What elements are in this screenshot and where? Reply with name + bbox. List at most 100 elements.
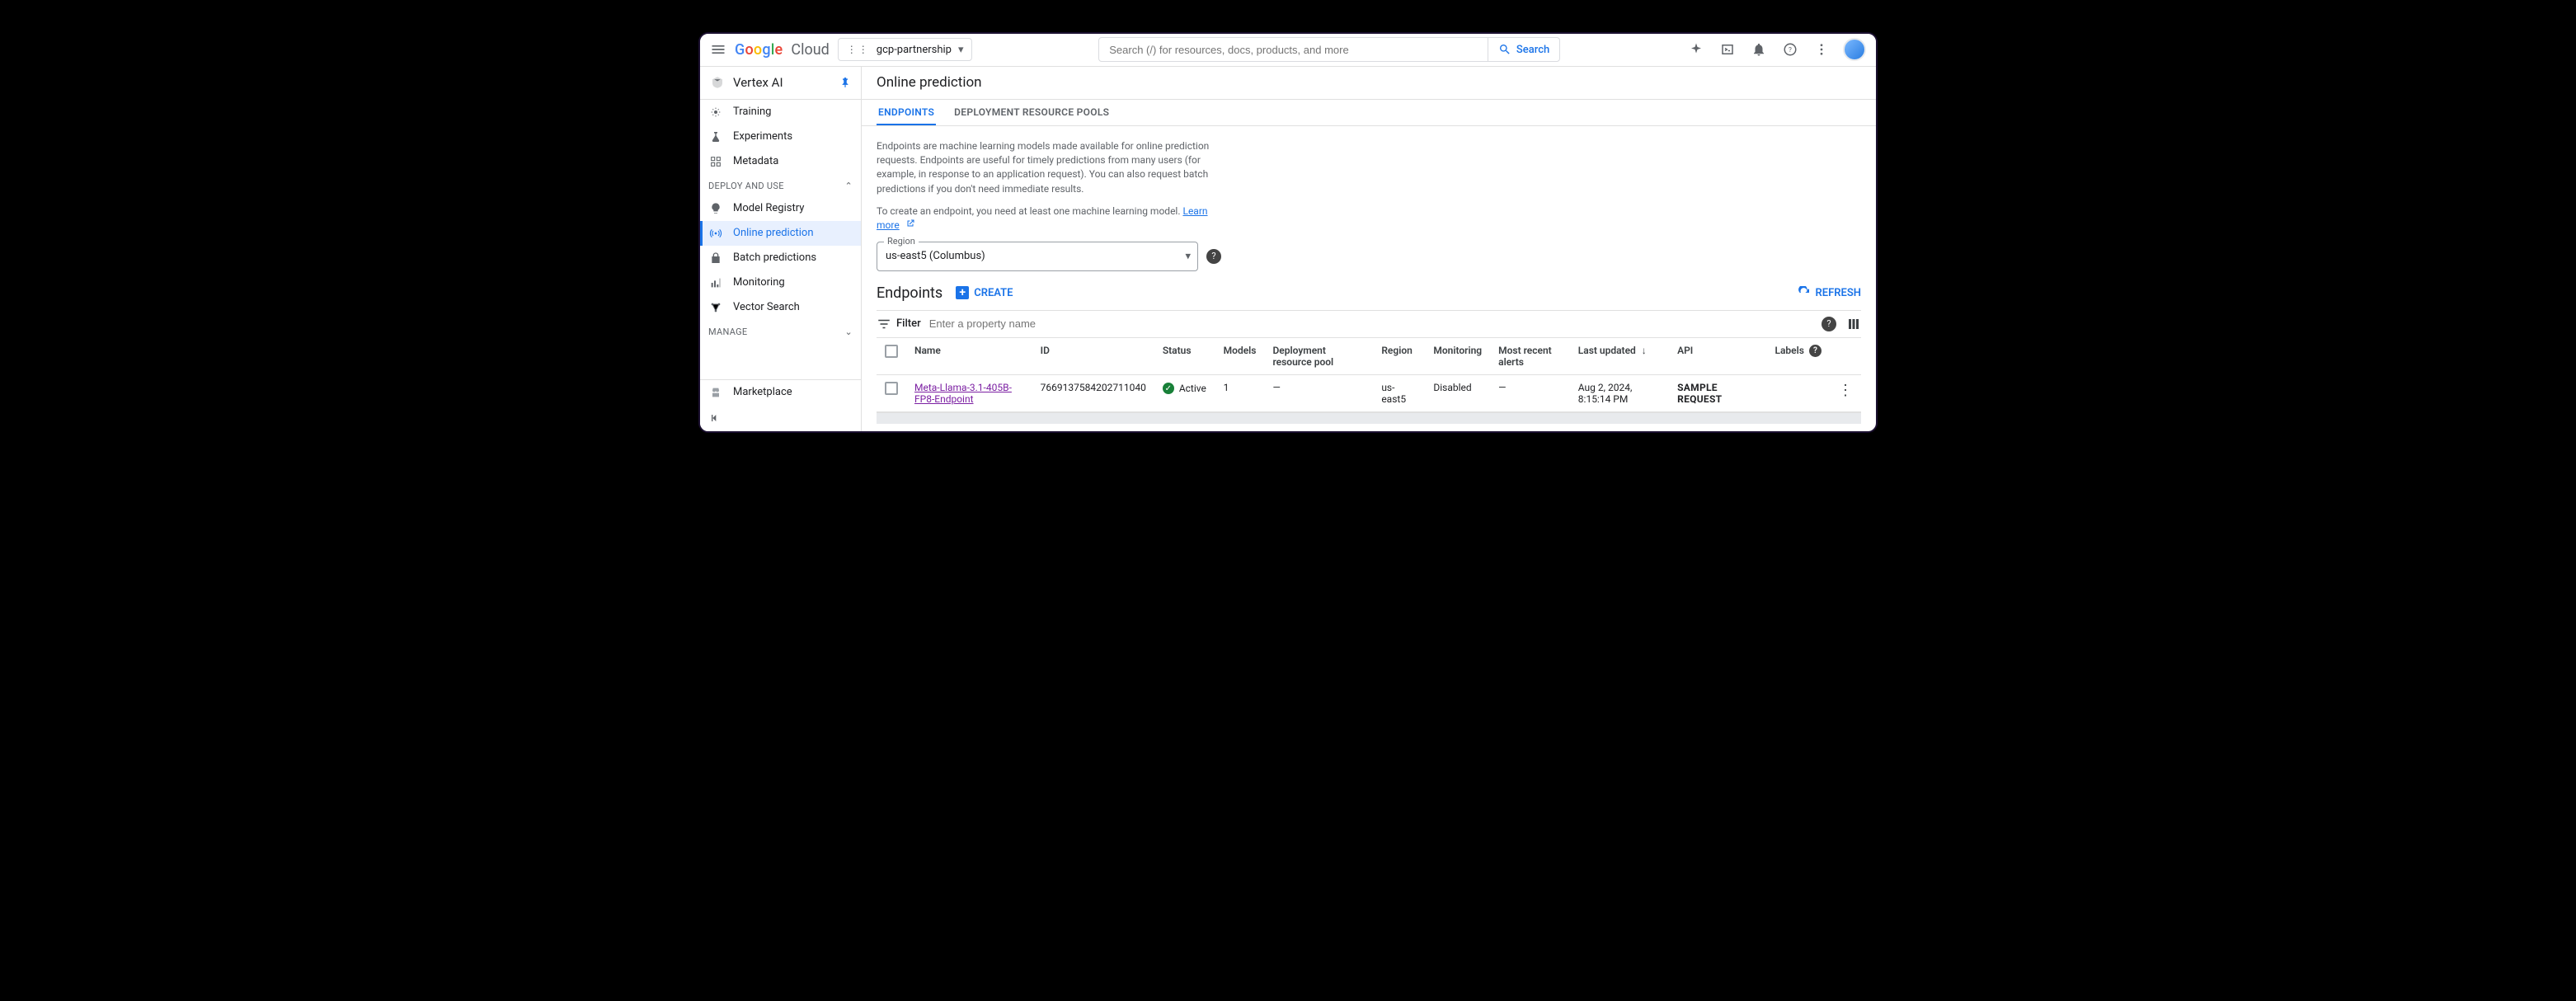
sort-desc-icon: ↓ [1642, 345, 1647, 356]
row-more-icon[interactable]: ⋮ [1838, 382, 1853, 399]
bulb-icon [708, 202, 723, 215]
refresh-button[interactable]: REFRESH [1798, 286, 1861, 299]
sidebar-deploy-header[interactable]: DEPLOY AND USE ⌃ [700, 174, 861, 196]
create-button[interactable]: + CREATE [956, 286, 1013, 299]
project-icon: ⋮⋮ [847, 44, 870, 55]
sidebar-item-marketplace[interactable]: Marketplace [700, 380, 861, 405]
endpoint-link[interactable]: Meta-Llama-3.1-405B-FP8-Endpoint [914, 382, 1024, 405]
region-label: Region [884, 236, 919, 247]
project-name: gcp-partnership [877, 44, 952, 56]
intro-p1: Endpoints are machine learning models ma… [877, 139, 1231, 197]
search-button[interactable]: Search [1488, 38, 1559, 61]
col-monitoring[interactable]: Monitoring [1425, 338, 1490, 375]
svg-text:?: ? [1789, 46, 1792, 54]
project-selector[interactable]: ⋮⋮ gcp-partnership ▾ [838, 38, 973, 61]
refresh-label: REFRESH [1816, 287, 1861, 299]
sidebar-item-training[interactable]: Training [700, 100, 861, 125]
section-title: DEPLOY AND USE [708, 181, 784, 191]
sidebar-item-label: Experiments [733, 130, 792, 143]
search-icon [1498, 43, 1511, 56]
sidebar-item-label: Monitoring [733, 276, 785, 289]
google-cloud-logo[interactable]: Google Cloud [735, 41, 830, 59]
cell-region: us-east5 [1373, 374, 1425, 411]
sidebar-item-experiments[interactable]: Experiments [700, 125, 861, 149]
collapse-sidebar-button[interactable] [700, 405, 861, 431]
col-api[interactable]: API [1669, 338, 1766, 375]
tab-deployment-resource-pools[interactable]: DEPLOYMENT RESOURCE POOLS [952, 100, 1111, 125]
row-checkbox[interactable] [885, 382, 898, 395]
col-alerts[interactable]: Most recent alerts [1490, 338, 1570, 375]
sidebar-item-label: Metadata [733, 155, 778, 167]
labels-help-icon[interactable]: ? [1809, 345, 1822, 357]
sample-request-button[interactable]: SAMPLE REQUEST [1677, 382, 1722, 405]
search-container: Search [980, 37, 1678, 62]
cell-labels [1767, 374, 1830, 411]
horizontal-scrollbar[interactable] [877, 412, 1861, 424]
sidebar-item-label: Marketplace [733, 386, 792, 398]
search-bar: Search [1098, 37, 1560, 62]
sidebar-item-batch-predictions[interactable]: Batch predictions [700, 246, 861, 270]
intro-p2: To create an endpoint, you need at least… [877, 204, 1231, 233]
cell-last-updated: Aug 2, 2024, 8:15:14 PM [1570, 374, 1669, 411]
select-all-checkbox[interactable] [885, 345, 898, 358]
col-id[interactable]: ID [1032, 338, 1154, 375]
region-select[interactable]: Region us-east5 (Columbus) ▾ [877, 242, 1198, 271]
dropdown-icon: ▾ [1185, 250, 1191, 262]
col-name[interactable]: Name [906, 338, 1032, 375]
filter-help-icon[interactable]: ? [1822, 317, 1836, 331]
cloudshell-icon[interactable] [1718, 40, 1737, 59]
filter-row: Filter ? [877, 310, 1861, 338]
top-bar: Google Cloud ⋮⋮ gcp-partnership ▾ Search [700, 34, 1876, 67]
sidebar-item-label: Training [733, 106, 771, 118]
table-header-row: Name ID Status Models Deployment resourc… [877, 338, 1861, 375]
sidebar-item-monitoring[interactable]: Monitoring [700, 270, 861, 295]
col-pool[interactable]: Deployment resource pool [1264, 338, 1373, 375]
col-status[interactable]: Status [1154, 338, 1215, 375]
cell-pool: — [1264, 374, 1373, 411]
page-content: Endpoints are machine learning models ma… [862, 126, 1876, 430]
cell-monitoring: Disabled [1425, 374, 1490, 411]
sidebar-item-vector-search[interactable]: Vector Search [700, 295, 861, 320]
plus-icon: + [956, 286, 969, 299]
more-icon[interactable] [1812, 40, 1831, 59]
region-value: us-east5 (Columbus) [886, 250, 985, 262]
chevron-up-icon: ⌃ [844, 181, 853, 191]
menu-icon[interactable] [710, 41, 726, 58]
notifications-icon[interactable] [1749, 40, 1769, 59]
sidebar-deploy-section: DEPLOY AND USE ⌃ Model Registry Online p… [700, 174, 861, 320]
tab-endpoints[interactable]: ENDPOINTS [877, 100, 936, 125]
broadcast-icon [708, 227, 723, 240]
refresh-icon [1798, 286, 1811, 299]
sidebar-item-model-registry[interactable]: Model Registry [700, 196, 861, 221]
region-row: Region us-east5 (Columbus) ▾ ? [877, 242, 1861, 271]
col-region[interactable]: Region [1373, 338, 1425, 375]
metadata-icon [708, 155, 723, 168]
col-last-updated[interactable]: Last updated ↓ [1570, 338, 1669, 375]
col-labels-label: Labels [1775, 345, 1804, 356]
columns-icon[interactable] [1846, 317, 1861, 331]
main-content: Online prediction ENDPOINTS DEPLOYMENT R… [862, 67, 1876, 431]
sidebar-manage-header[interactable]: MANAGE ⌄ [700, 320, 861, 342]
status-cell: ✓ Active [1163, 383, 1206, 394]
chevron-down-icon: ⌄ [844, 327, 853, 337]
sidebar-item-label: Model Registry [733, 202, 804, 214]
lock-icon [708, 251, 723, 265]
gemini-icon[interactable] [1686, 40, 1706, 59]
sidebar-item-online-prediction[interactable]: Online prediction [700, 221, 861, 246]
sidebar-item-label: Vector Search [733, 301, 800, 313]
sidebar-top-section: Training Experiments Metadata [700, 100, 861, 174]
col-models[interactable]: Models [1215, 338, 1265, 375]
sidebar-item-metadata[interactable]: Metadata [700, 149, 861, 174]
filter-input[interactable] [928, 317, 1815, 331]
external-link-icon [905, 219, 915, 231]
region-help-icon[interactable]: ? [1206, 249, 1221, 264]
avatar[interactable] [1843, 38, 1866, 61]
pin-icon[interactable] [839, 77, 851, 88]
help-icon[interactable]: ? [1780, 40, 1800, 59]
col-labels[interactable]: Labels ? [1767, 338, 1830, 375]
app-window: Google Cloud ⋮⋮ gcp-partnership ▾ Search [698, 32, 1878, 433]
status-active-icon: ✓ [1163, 383, 1174, 394]
experiments-icon [708, 130, 723, 143]
search-input[interactable] [1099, 44, 1488, 56]
chart-icon [708, 276, 723, 289]
